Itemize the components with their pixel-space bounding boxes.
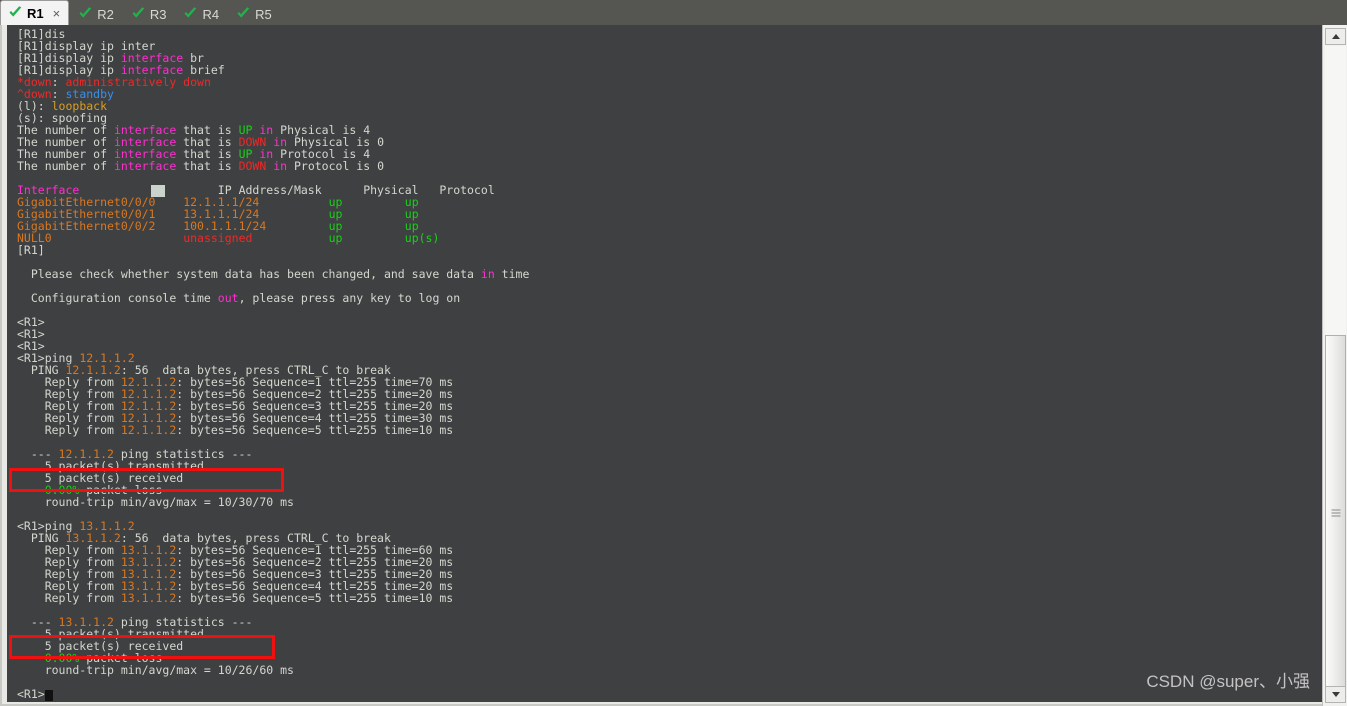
terminal-cursor-caret bbox=[44, 690, 53, 701]
terminal-text-span: in bbox=[273, 159, 288, 173]
terminal-text-span bbox=[252, 231, 328, 245]
terminal-text-span: The number of bbox=[17, 159, 114, 173]
terminal-text-span bbox=[52, 231, 184, 245]
tab-r4[interactable]: R4 bbox=[176, 3, 227, 25]
terminal-text-span: round-trip min/avg/max = 10/26/60 ms bbox=[17, 663, 294, 677]
grip-icon bbox=[1331, 509, 1340, 516]
caret-up-icon bbox=[1331, 34, 1340, 39]
terminal-line: <R1> bbox=[17, 687, 529, 701]
green-check-icon bbox=[8, 6, 23, 20]
terminal-line: round-trip min/avg/max = 10/30/70 ms bbox=[17, 496, 529, 508]
terminal-text-span: unassigned bbox=[183, 231, 253, 245]
terminal-text-span: <R1> bbox=[17, 687, 45, 701]
green-check-icon bbox=[78, 7, 93, 21]
watermark-text: CSDN @super、小强 bbox=[1146, 672, 1310, 691]
terminal-text-span bbox=[342, 231, 404, 245]
tab-label: R5 bbox=[255, 6, 272, 22]
terminal-text-span: time bbox=[494, 267, 530, 281]
terminal-text-span: : bytes=56 Sequence=5 ttl=255 time=10 ms bbox=[176, 423, 454, 437]
terminal-text-span: that is bbox=[176, 159, 239, 173]
device-tab-bar: R1 × R2 R3 R4 R5 bbox=[0, 0, 1347, 25]
caret-down-icon bbox=[1331, 692, 1340, 697]
terminal-text-span: Reply from bbox=[17, 423, 121, 437]
scrollbar-thumb[interactable] bbox=[1325, 335, 1346, 690]
scroll-down-button[interactable] bbox=[1325, 686, 1346, 703]
terminal-text-span: IP Address/Mask Physical Protocol bbox=[217, 183, 495, 197]
terminal-text-span: up bbox=[328, 231, 343, 245]
terminal-text-span: Please check whether system data has bee… bbox=[17, 267, 481, 281]
terminal-text-span: interface bbox=[113, 159, 177, 173]
terminal-line: <R1> bbox=[17, 328, 529, 340]
tab-r2[interactable]: R2 bbox=[71, 3, 122, 25]
tab-r1[interactable]: R1 × bbox=[0, 0, 70, 25]
tab-r3[interactable]: R3 bbox=[124, 3, 175, 25]
green-check-icon bbox=[131, 7, 146, 21]
terminal-line: [R1] bbox=[17, 244, 529, 256]
terminal-line: <R1> bbox=[17, 316, 529, 328]
close-icon[interactable]: × bbox=[53, 7, 61, 20]
terminal-text-span: Configuration console time bbox=[17, 291, 218, 305]
terminal-line: Interface IP Address/Mask Physical Proto… bbox=[17, 184, 529, 196]
terminal-text-span: : bytes=56 Sequence=5 ttl=255 time=10 ms bbox=[176, 591, 454, 605]
tab-label: R4 bbox=[202, 6, 220, 22]
terminal-text-span: Reply from bbox=[17, 591, 121, 605]
terminal-text-span: up(s) bbox=[404, 231, 440, 245]
terminal-text-span bbox=[79, 183, 217, 197]
terminal-line: The number of interface that is DOWN in … bbox=[17, 160, 529, 172]
terminal-text-span: , please press any key to log on bbox=[238, 291, 461, 305]
terminal-text-span: round-trip min/avg/max = 10/30/70 ms bbox=[17, 495, 294, 509]
ensp-console-window: R1 × R2 R3 R4 R5 [R1]dis [R1]display ip inter[… bbox=[0, 0, 1347, 706]
terminal-line: NULL0 unassigned up up(s) bbox=[17, 232, 529, 244]
terminal-line: Reply from 13.1.1.2: bytes=56 Sequence=5… bbox=[17, 592, 529, 604]
terminal-line: Please check whether system data has bee… bbox=[17, 267, 530, 281]
terminal-text: [R1]dis [R1]display ip inter [R1]display i… bbox=[17, 28, 530, 701]
terminal-text-span: out bbox=[217, 291, 239, 305]
terminal-text-span: 13.1.1.2 bbox=[120, 591, 177, 605]
terminal-text-span: in bbox=[480, 267, 495, 281]
terminal-text-span: [R1] bbox=[17, 243, 45, 257]
tab-label: R1 bbox=[27, 5, 44, 21]
terminal-output-area[interactable]: [R1]dis [R1]display ip inter [R1]display i… bbox=[7, 25, 1324, 702]
tab-r5[interactable]: R5 bbox=[229, 3, 280, 25]
terminal-frame: [R1]dis [R1]display ip inter [R1]display i… bbox=[0, 25, 1347, 706]
tab-label: R2 bbox=[97, 6, 114, 22]
terminal-line: Reply from 12.1.1.2: bytes=56 Sequence=5… bbox=[17, 424, 529, 436]
terminal-text-span: 12.1.1.2 bbox=[120, 423, 177, 437]
terminal-text-span: Interface bbox=[17, 183, 80, 197]
vertical-scrollbar[interactable] bbox=[1322, 25, 1347, 706]
terminal-text-span: DOWN bbox=[238, 159, 267, 173]
tab-label: R3 bbox=[149, 6, 167, 22]
terminal-text-span: Protocol is 0 bbox=[287, 159, 384, 173]
green-check-icon bbox=[183, 7, 198, 21]
scroll-up-button[interactable] bbox=[1325, 28, 1346, 45]
terminal-line: round-trip min/avg/max = 10/26/60 ms bbox=[17, 664, 529, 676]
terminal-line: Configuration console time out, please p… bbox=[17, 292, 529, 304]
green-check-icon bbox=[236, 7, 251, 21]
